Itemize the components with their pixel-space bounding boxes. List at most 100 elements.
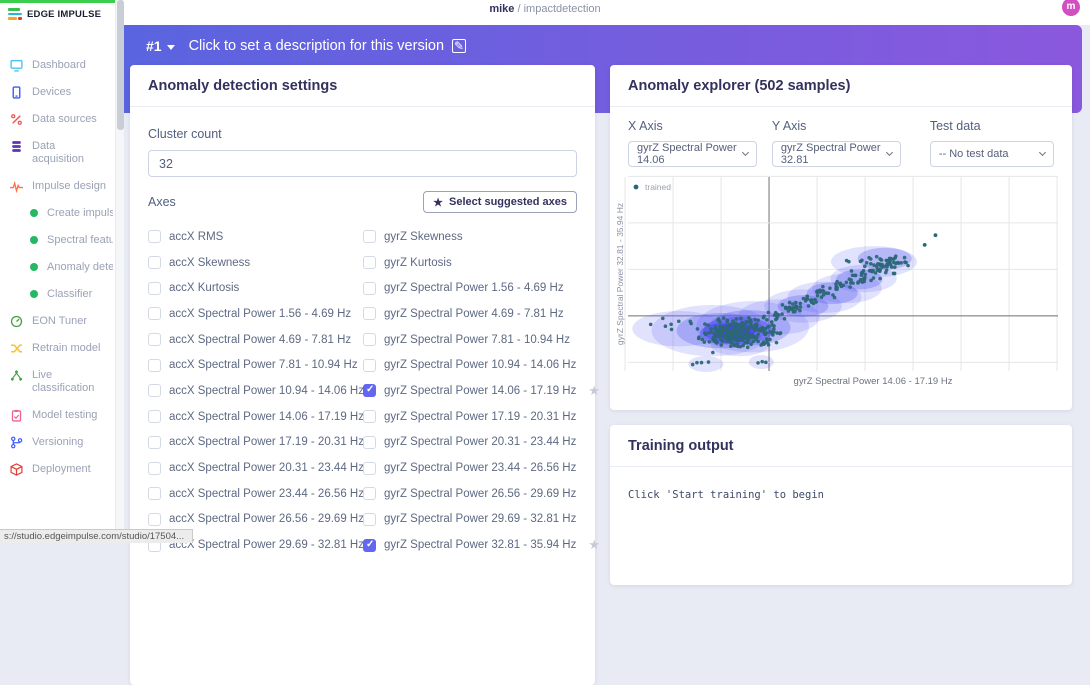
axis-checkbox[interactable] — [148, 333, 161, 346]
axis-checkbox[interactable] — [363, 487, 376, 500]
axis-checkbox[interactable] — [148, 230, 161, 243]
cluster-count-label: Cluster count — [148, 127, 577, 141]
retrain-icon — [10, 342, 23, 355]
axis-checkbox[interactable] — [148, 513, 161, 526]
axis-checkbox-label[interactable]: gyrZ Spectral Power 32.81 - 35.94 Hz — [384, 539, 576, 551]
axis-checkbox-label[interactable]: accX Spectral Power 1.56 - 4.69 Hz — [169, 308, 351, 320]
sidebar-item-anomaly-detection[interactable]: Anomaly detection — [0, 254, 113, 281]
sidebar-item-label: Retrain model — [32, 342, 100, 355]
green-dot-icon — [30, 263, 38, 271]
axis-checkbox[interactable] — [363, 539, 376, 552]
axis-checkbox-label[interactable]: gyrZ Spectral Power 29.69 - 32.81 Hz — [384, 513, 576, 525]
x-axis-select[interactable]: gyrZ Spectral Power 14.06 — [628, 141, 757, 167]
axis-checkbox[interactable] — [363, 513, 376, 526]
axis-checkbox-label[interactable]: gyrZ Spectral Power 4.69 - 7.81 Hz — [384, 308, 564, 320]
axis-checkbox[interactable] — [148, 282, 161, 295]
sidebar-item-model-testing[interactable]: Model testing — [0, 402, 113, 429]
axes-column-gyrz: gyrZ Skewness gyrZ Kurtosis gyrZ Spectral … — [363, 224, 589, 558]
axis-checkbox[interactable] — [363, 333, 376, 346]
axis-checkbox[interactable] — [363, 282, 376, 295]
axis-checkbox[interactable] — [363, 230, 376, 243]
axis-checkbox-label[interactable]: accX Spectral Power 29.69 - 32.81 Hz — [169, 539, 364, 551]
settings-card: Anomaly detection settings Cluster count… — [130, 65, 595, 685]
axis-checkbox-label[interactable]: accX Spectral Power 20.31 - 23.44 Hz — [169, 462, 364, 474]
axis-checkbox[interactable] — [148, 487, 161, 500]
test-data-select[interactable]: -- No test data — [930, 141, 1054, 167]
live-classification-icon — [10, 369, 23, 382]
x-axis-label: X Axis — [628, 119, 757, 133]
axes-label: Axes — [148, 195, 176, 209]
topbar: mike / impactdetection m — [0, 0, 1090, 25]
sidebar-item-data-acquisition[interactable]: Data acquisition — [0, 133, 113, 173]
y-axis-select[interactable]: gyrZ Spectral Power 32.81 — [772, 141, 901, 167]
axis-checkbox[interactable] — [148, 359, 161, 372]
y-axis-select-value: gyrZ Spectral Power 32.81 — [781, 142, 887, 166]
sidebar-item-dashboard[interactable]: Dashboard — [0, 52, 113, 79]
sidebar-item-data-sources[interactable]: Data sources — [0, 106, 113, 133]
sidebar-item-deployment[interactable]: Deployment — [0, 456, 113, 483]
axis-checkbox[interactable] — [148, 436, 161, 449]
axis-checkbox-label[interactable]: accX Spectral Power 7.81 - 10.94 Hz — [169, 359, 358, 371]
axis-checkbox-row: gyrZ Spectral Power 20.31 - 23.44 Hz — [363, 430, 589, 456]
axis-checkbox-label[interactable]: gyrZ Spectral Power 20.31 - 23.44 Hz — [384, 436, 576, 448]
axis-checkbox-label[interactable]: accX Spectral Power 10.94 - 14.06 Hz — [169, 385, 364, 397]
sidebar-item-impulse-design[interactable]: Impulse design — [0, 173, 113, 200]
axis-checkbox-label[interactable]: gyrZ Skewness — [384, 231, 463, 243]
axis-checkbox[interactable] — [148, 384, 161, 397]
settings-card-header: Anomaly detection settings — [130, 65, 595, 107]
axis-checkbox-label[interactable]: gyrZ Kurtosis — [384, 257, 452, 269]
sidebar-item-spectral-features[interactable]: Spectral features — [0, 227, 113, 254]
axis-checkbox-label[interactable]: accX Spectral Power 17.19 - 20.31 Hz — [169, 436, 364, 448]
cluster-count-input[interactable] — [148, 150, 577, 177]
test-data-label: Test data — [930, 119, 1054, 133]
axis-checkbox[interactable] — [363, 410, 376, 423]
axis-checkbox-label[interactable]: accX Spectral Power 14.06 - 17.19 Hz — [169, 411, 364, 423]
svg-text:gyrZ Spectral Power 14.06 - 17: gyrZ Spectral Power 14.06 - 17.19 Hz — [794, 376, 953, 387]
axis-checkbox[interactable] — [363, 307, 376, 320]
axis-checkbox[interactable] — [363, 436, 376, 449]
sidebar-item-create-impulse[interactable]: Create impulse — [0, 200, 113, 227]
edge-impulse-logo[interactable]: EDGE IMPULSE — [8, 8, 101, 20]
sidebar-item-label: EON Tuner — [32, 315, 87, 328]
version-description-button[interactable]: Click to set a description for this vers… — [189, 38, 466, 54]
version-dropdown[interactable]: #1 — [146, 38, 175, 54]
axis-checkbox-label[interactable]: gyrZ Spectral Power 7.81 - 10.94 Hz — [384, 334, 570, 346]
sidebar-item-label: Spectral features — [47, 234, 113, 247]
axis-checkbox[interactable] — [148, 410, 161, 423]
select-suggested-axes-button[interactable]: ★ Select suggested axes — [423, 191, 577, 213]
sidebar-item-devices[interactable]: Devices — [0, 79, 113, 106]
sidebar-scrollbar[interactable] — [115, 0, 124, 543]
axis-checkbox[interactable] — [363, 359, 376, 372]
axis-checkbox[interactable] — [148, 307, 161, 320]
sidebar-item-eon-tuner[interactable]: EON Tuner — [0, 308, 113, 335]
axis-checkbox[interactable] — [148, 462, 161, 475]
axis-checkbox[interactable] — [363, 462, 376, 475]
axis-checkbox-label[interactable]: gyrZ Spectral Power 10.94 - 14.06 Hz — [384, 359, 576, 371]
axis-checkbox-label[interactable]: gyrZ Spectral Power 26.56 - 29.69 Hz — [384, 488, 576, 500]
axis-checkbox-label[interactable]: accX Spectral Power 4.69 - 7.81 Hz — [169, 334, 351, 346]
sidebar-scrollbar-thumb[interactable] — [117, 0, 124, 130]
axis-checkbox-label[interactable]: accX Skewness — [169, 257, 250, 269]
axis-checkbox[interactable] — [363, 256, 376, 269]
sidebar-item-retrain-model[interactable]: Retrain model — [0, 335, 113, 362]
axis-checkbox-label[interactable]: gyrZ Spectral Power 1.56 - 4.69 Hz — [384, 282, 564, 294]
sidebar-item-classifier[interactable]: Classifier — [0, 281, 113, 308]
breadcrumb-project[interactable]: impactdetection — [524, 3, 601, 15]
axis-checkbox-row: gyrZ Kurtosis — [363, 250, 589, 276]
sidebar-item-versioning[interactable]: Versioning — [0, 429, 113, 456]
axis-checkbox-label[interactable]: gyrZ Spectral Power 23.44 - 26.56 Hz — [384, 462, 576, 474]
axis-checkbox-label[interactable]: gyrZ Spectral Power 17.19 - 20.31 Hz — [384, 411, 576, 423]
anomaly-scatter-chart[interactable]: trainedgyrZ Spectral Power 32.81 - 35.94… — [616, 175, 1054, 395]
axis-checkbox-label[interactable]: accX Kurtosis — [169, 282, 239, 294]
axis-checkbox-label[interactable]: gyrZ Spectral Power 14.06 - 17.19 Hz — [384, 385, 576, 397]
breadcrumb-user[interactable]: mike — [489, 3, 514, 15]
axis-checkbox-label[interactable]: accX Spectral Power 23.44 - 26.56 Hz — [169, 488, 364, 500]
axis-checkbox[interactable] — [363, 384, 376, 397]
axes-checkbox-grid: accX RMS accX Skewness accX Kurtosis accX S… — [148, 224, 577, 558]
sidebar: EDGE IMPULSE Dashboard Devices Data source… — [0, 0, 115, 543]
sidebar-item-live-classification[interactable]: Live classification — [0, 362, 113, 402]
axis-checkbox-label[interactable]: accX RMS — [169, 231, 223, 243]
axis-checkbox[interactable] — [148, 256, 161, 269]
sidebar-item-label: Devices — [32, 86, 71, 99]
axis-checkbox-label[interactable]: accX Spectral Power 26.56 - 29.69 Hz — [169, 513, 364, 525]
